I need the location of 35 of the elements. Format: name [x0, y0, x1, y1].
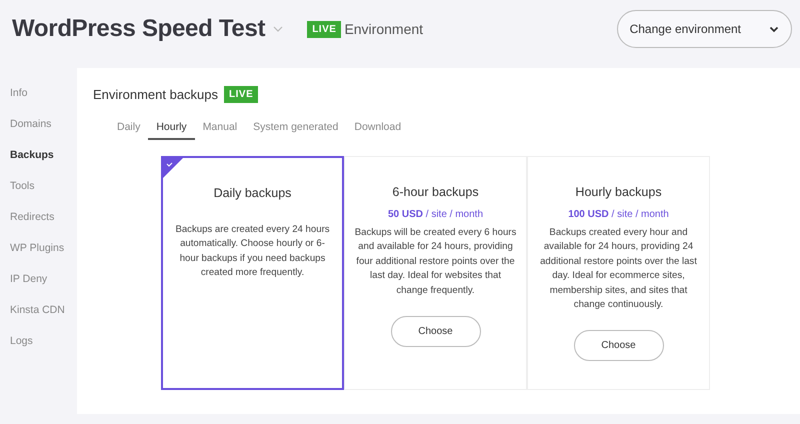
tab[interactable]: Hourly [148, 117, 195, 140]
plan-title: 6-hour backups [392, 185, 479, 199]
change-environment-button[interactable]: Change environment [616, 10, 792, 48]
sidebar-item[interactable]: Redirects [0, 202, 77, 233]
plan-description: Backups created every hour and available for 24 hours, providing 24 additional restore points over the last day. Ideal for ecommerce sites, membership sites, and sites that change continuously. [539, 226, 698, 312]
plan-description: Backups will be created every 6 hours and available for 24 hours, providing four additional restore points over the last day. Ideal for websites that change frequently. [354, 226, 518, 298]
plan-price: 100 USD / site / month [568, 209, 669, 220]
plan-card[interactable] [344, 156, 527, 390]
choose-button[interactable]: Choose [574, 330, 664, 362]
sidebar-item[interactable]: Tools [0, 171, 77, 202]
plan-title: Daily backups [214, 186, 292, 200]
panel-title: Environment backups [93, 87, 218, 102]
environment-label: Environment [344, 21, 424, 37]
sidebar-item[interactable]: IP Deny [0, 264, 77, 295]
plan-price: 50 USD / site / month [388, 209, 484, 220]
tab[interactable]: Manual [194, 117, 246, 140]
sidebar-item[interactable]: Backups [0, 140, 77, 171]
tab[interactable]: Daily [109, 117, 148, 140]
check-icon [163, 158, 183, 178]
plan-card[interactable] [527, 156, 710, 390]
sidebar-item[interactable]: Kinsta CDN [0, 295, 77, 326]
sidebar-item[interactable]: Domains [0, 109, 77, 140]
live-badge: LIVE [224, 86, 258, 103]
sidebar-item[interactable]: Logs [0, 326, 77, 357]
chevron-icon [769, 26, 779, 32]
plan-card[interactable]: Daily backups Backups are created every 24 hours automatically. Choose hourly or 6-hour backups if you need backups created more frequently. [161, 156, 344, 390]
sidebar-item[interactable]: Info [0, 78, 77, 109]
plan-title: Hourly backups [575, 185, 662, 199]
live-badge: LIVE [307, 20, 342, 38]
site-title: WordPress Speed Test [12, 15, 266, 43]
choose-button[interactable]: Choose [390, 316, 480, 347]
sidebar-item[interactable]: WP Plugins [0, 233, 77, 264]
plan-description: Backups are created every 24 hours automatically. Choose hourly or 6-hour backups if you need backups created more frequently. [174, 223, 331, 280]
tab[interactable]: Download [346, 117, 410, 140]
tab[interactable]: System generated [245, 117, 346, 140]
